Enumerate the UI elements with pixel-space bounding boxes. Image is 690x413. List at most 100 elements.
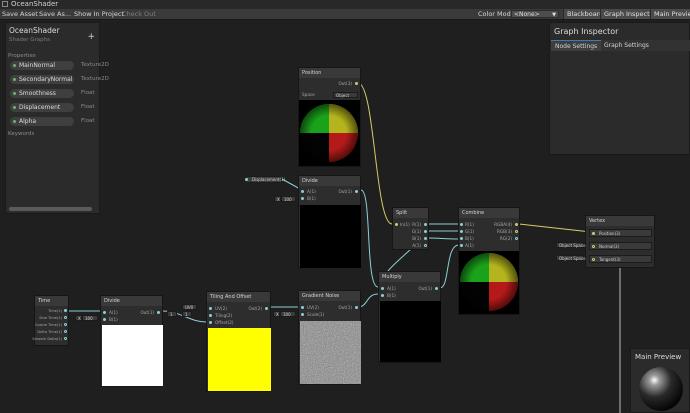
output-port[interactable] <box>515 237 518 240</box>
noise-preview <box>300 321 361 384</box>
input-port[interactable] <box>103 318 106 321</box>
output-port-label: B(1) <box>412 236 421 241</box>
input-port-label: Scale(1) <box>307 312 325 317</box>
multiply-node[interactable]: Multiply A(1) B(1) Out(1) <box>378 271 441 363</box>
output-port[interactable] <box>265 307 268 310</box>
input-port[interactable] <box>460 230 463 233</box>
output-port[interactable] <box>64 316 67 319</box>
time-node[interactable]: Time Time(1) Sine Time(1) Cosine Time(1)… <box>32 295 69 346</box>
output-port[interactable] <box>424 244 427 247</box>
input-axis-label: X <box>274 196 281 202</box>
combine-preview <box>459 251 519 314</box>
blackboard-panel: OceanShader Shader Graphs + Properties M… <box>5 22 109 214</box>
input-port[interactable] <box>209 314 212 317</box>
output-port[interactable] <box>424 237 427 240</box>
uv-channel-field[interactable]: UV0 <box>182 304 197 310</box>
gradient-noise-node[interactable]: Gradient Noise UV(2) Scale(1) Out(1) <box>298 290 361 385</box>
output-port-label: Sine Time(1) <box>39 316 62 320</box>
output-port[interactable] <box>64 323 67 326</box>
tiling-and-offset-node[interactable]: Tiling And Offset UV(2) Tiling(2) Offset… <box>206 291 271 392</box>
split-node[interactable]: Split In(1) R(1) G(1) B(1) A(1) <box>392 207 429 250</box>
input-port[interactable] <box>209 307 212 310</box>
blackboard-subtitle: Shader Graphs <box>9 37 50 43</box>
property-port[interactable] <box>245 178 248 181</box>
tiling-preview <box>208 328 271 391</box>
divide-preview <box>102 325 163 386</box>
divide-node[interactable]: Divide A(1) B(1) Out(1) <box>100 295 163 387</box>
output-port[interactable] <box>435 287 438 290</box>
output-port[interactable] <box>515 223 518 226</box>
add-property-button[interactable]: + <box>87 32 95 42</box>
output-port[interactable] <box>424 230 427 233</box>
input-port[interactable] <box>460 244 463 247</box>
preview-sphere[interactable] <box>639 367 683 411</box>
normal-space-field[interactable]: Object Space <box>556 242 586 248</box>
input-port-label: G(1) <box>465 229 475 234</box>
property-pill[interactable]: Smoothness <box>10 89 74 98</box>
input-port[interactable] <box>301 306 304 309</box>
output-port[interactable] <box>424 223 427 226</box>
vertex-position-block[interactable]: Position(3) <box>589 229 652 237</box>
output-port[interactable] <box>515 230 518 233</box>
block-label: Position(3) <box>599 231 621 236</box>
output-port[interactable] <box>157 311 160 314</box>
graph-inspector-panel: Graph Inspector Node Settings Graph Sett… <box>549 22 690 155</box>
main-preview-title: Main Preview <box>635 353 682 361</box>
property-pill[interactable]: SecondaryNormal <box>10 75 74 84</box>
input-port[interactable] <box>103 311 106 314</box>
input-port[interactable] <box>460 223 463 226</box>
float-dot-icon <box>13 120 16 123</box>
block-label: Tangent(3) <box>599 257 621 262</box>
input-port[interactable] <box>301 190 304 193</box>
input-port[interactable] <box>592 232 595 235</box>
input-port[interactable] <box>592 258 595 261</box>
property-pill[interactable]: MainNormal <box>10 61 74 70</box>
output-port[interactable] <box>355 82 358 85</box>
divide-b-value-field[interactable]: 100 <box>281 196 296 202</box>
property-pill[interactable]: Displacement <box>10 103 74 112</box>
tiling-x-field[interactable]: 1 <box>167 311 177 317</box>
divide-node[interactable]: Divide A(1) B(1) Out(1) <box>298 175 361 268</box>
input-port-label: B(1) <box>109 317 118 322</box>
output-port-label: Smooth Delta(1) <box>32 337 62 341</box>
input-port[interactable] <box>301 313 304 316</box>
output-port[interactable] <box>64 337 67 340</box>
vertex-master-node[interactable]: Vertex Position(3) Normal(3) Tangent(3) <box>585 215 655 268</box>
output-port-label: RGB(3) <box>497 229 512 234</box>
input-port[interactable] <box>209 321 212 324</box>
space-dropdown[interactable]: Object <box>333 92 358 98</box>
tiling-y-field[interactable]: 1 <box>182 311 192 317</box>
float-dot-icon <box>13 106 16 109</box>
position-node[interactable]: Position Out(3) Space Object <box>298 67 361 167</box>
tab-node-settings[interactable]: Node Settings <box>551 40 602 51</box>
output-port[interactable] <box>355 190 358 193</box>
vertex-normal-block[interactable]: Normal(3) <box>589 242 652 250</box>
tab-graph-settings[interactable]: Graph Settings <box>600 40 653 51</box>
vertex-tangent-block[interactable]: Tangent(3) <box>589 255 652 263</box>
input-port[interactable] <box>381 294 384 297</box>
displacement-property-node[interactable]: Displacement(1) <box>245 176 285 183</box>
input-port[interactable] <box>460 237 463 240</box>
property-type: Texture2D <box>81 62 109 68</box>
property-pill[interactable]: Alpha <box>10 117 74 126</box>
main-preview-panel: Main Preview <box>630 348 690 413</box>
keywords-section-label: Keywords <box>8 131 35 137</box>
input-port-label: UV(2) <box>215 306 227 311</box>
node-title: Multiply <box>379 272 440 282</box>
output-port[interactable] <box>355 306 358 309</box>
input-port[interactable] <box>592 245 595 248</box>
input-port[interactable] <box>395 223 398 226</box>
input-port-label: UV(2) <box>307 305 319 310</box>
output-port-label: Out(2) <box>248 306 262 311</box>
input-port[interactable] <box>381 287 384 290</box>
tangent-space-field[interactable]: Object Space <box>556 255 586 261</box>
output-port[interactable] <box>64 309 67 312</box>
combine-node[interactable]: Combine R(1) G(1) B(1) A(1) RGBA(4) RGB(… <box>458 207 520 315</box>
input-port-label: B(1) <box>465 236 474 241</box>
input-port-label: A(1) <box>109 310 118 315</box>
output-port[interactable] <box>64 330 67 333</box>
input-port[interactable] <box>301 197 304 200</box>
blackboard-scrollbar[interactable] <box>9 207 92 211</box>
noise-scale-field[interactable]: 100 <box>280 311 296 317</box>
divide-b-value-field[interactable]: 100 <box>82 315 98 321</box>
